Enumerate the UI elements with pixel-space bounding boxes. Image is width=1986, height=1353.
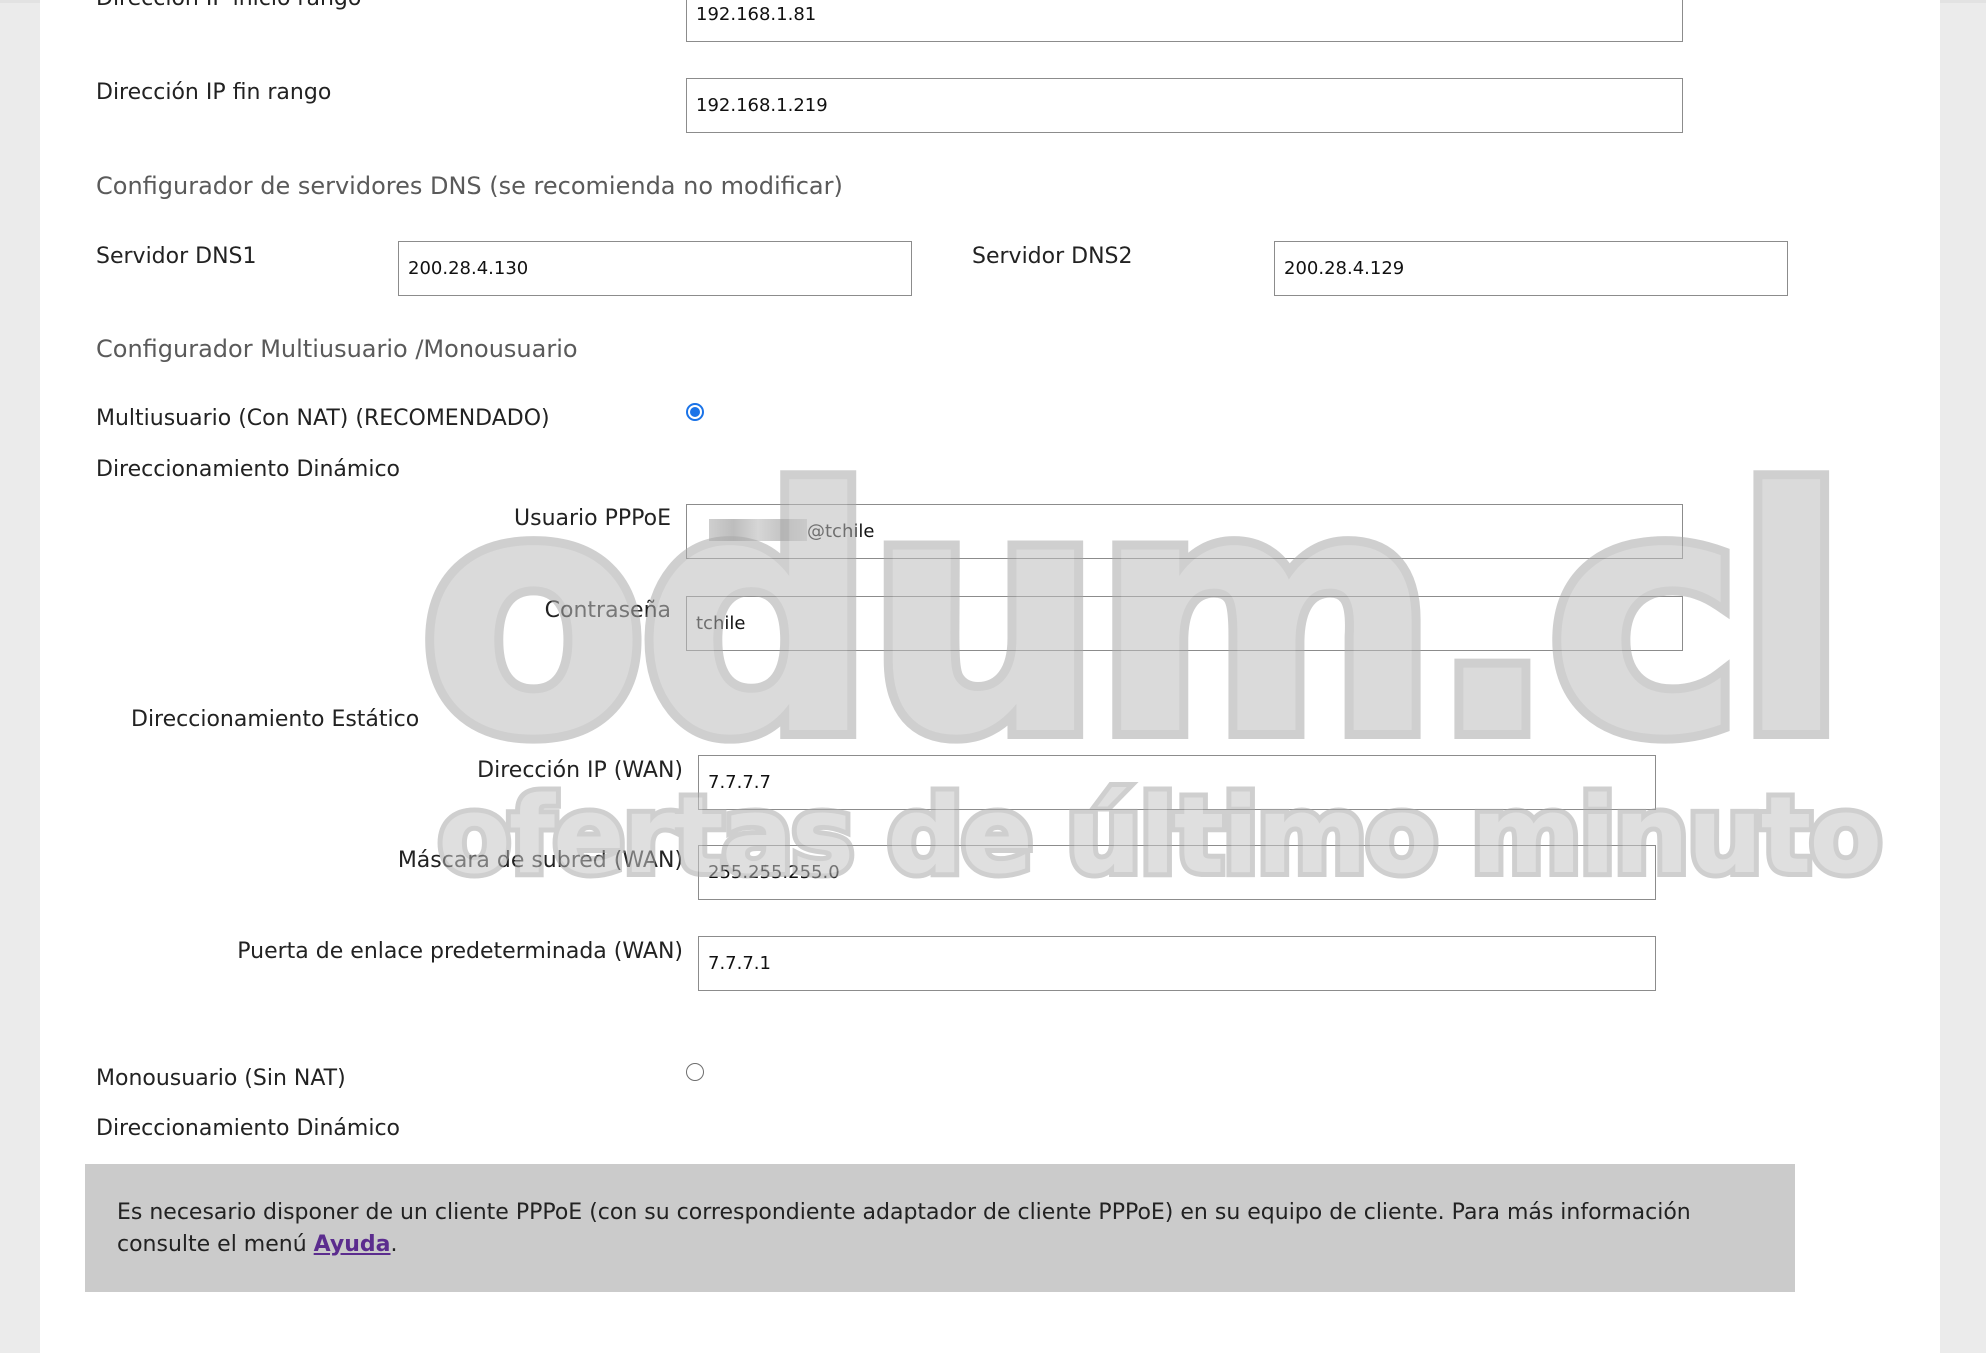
dhcp-start-input[interactable]: 192.168.1.81: [686, 0, 1683, 42]
dns2-input[interactable]: 200.28.4.129: [1274, 241, 1788, 296]
dhcp-end-input[interactable]: 192.168.1.219: [686, 78, 1683, 133]
pppoe-user-input[interactable]: @tchile: [686, 504, 1683, 559]
dns1-label: Servidor DNS1: [96, 244, 257, 269]
pppoe-user-label: Usuario PPPoE: [514, 506, 671, 531]
mode-section-title: Configurador Multiusuario /Monousuario: [96, 335, 578, 363]
wan-mask-label: Máscara de subred (WAN): [397, 848, 683, 873]
wan-gateway-label: Puerta de enlace predeterminada (WAN): [237, 939, 683, 964]
dns-section-title: Configurador de servidores DNS (se recom…: [96, 172, 843, 200]
content-panel: [40, 0, 1940, 1353]
dns1-input[interactable]: 200.28.4.130: [398, 241, 912, 296]
info-note: Es necesario disponer de un cliente PPPo…: [85, 1164, 1795, 1292]
password-input[interactable]: tchile: [686, 596, 1683, 651]
static-addressing-label: Direccionamiento Estático: [131, 707, 420, 732]
password-label: Contraseña: [544, 598, 671, 623]
help-link[interactable]: Ayuda: [314, 1232, 391, 1257]
wan-ip-input[interactable]: 7.7.7.7: [698, 755, 1656, 810]
wan-gateway-input[interactable]: 7.7.7.1: [698, 936, 1656, 991]
wan-mask-input[interactable]: 255.255.255.0: [698, 845, 1656, 900]
redacted-username: [709, 519, 807, 541]
dhcp-end-label: Dirección IP fin rango: [96, 80, 332, 105]
pppoe-user-suffix: @tchile: [807, 521, 875, 542]
wan-ip-label: Dirección IP (WAN): [477, 758, 683, 783]
mono-user-radio[interactable]: [686, 1063, 704, 1081]
info-note-end: .: [390, 1232, 398, 1257]
mono-dynamic-addressing-label: Direccionamiento Dinámico: [96, 1116, 401, 1141]
dns2-label: Servidor DNS2: [972, 244, 1133, 269]
dynamic-addressing-label: Direccionamiento Dinámico: [96, 457, 401, 482]
multi-user-label: Multiusuario (Con NAT) (RECOMENDADO): [96, 406, 550, 431]
dhcp-start-label: Dirección IP inicio rango: [96, 0, 361, 11]
multi-user-radio[interactable]: [686, 403, 704, 421]
mono-user-label: Monousuario (Sin NAT): [96, 1066, 346, 1091]
